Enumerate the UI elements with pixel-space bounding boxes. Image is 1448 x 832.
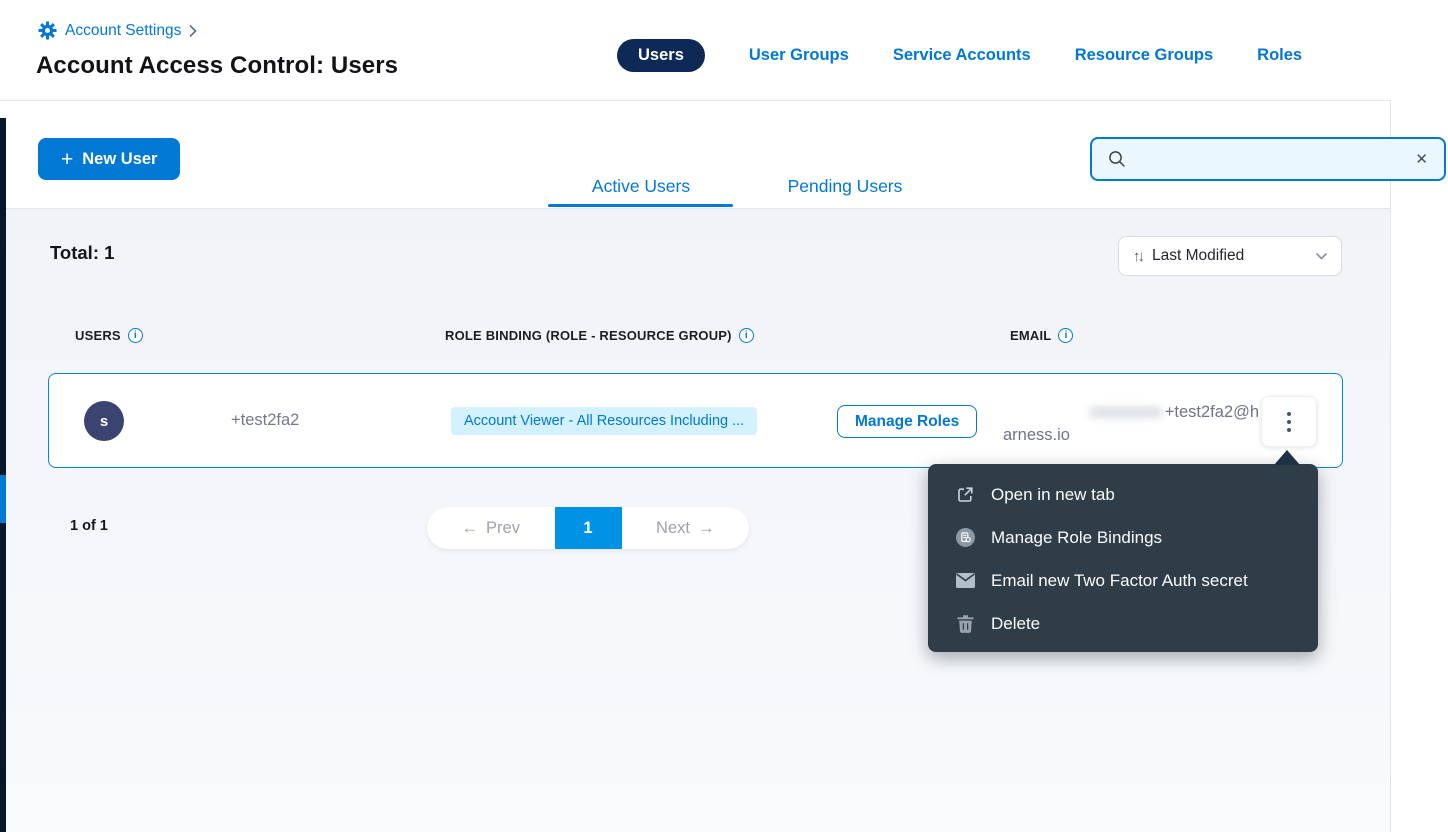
- page-number-button[interactable]: 1: [555, 507, 622, 549]
- redacted-email-prefix: [1089, 407, 1163, 418]
- prev-page-button[interactable]: ← Prev: [427, 507, 555, 549]
- search-input[interactable]: [1136, 151, 1405, 168]
- menu-item-delete[interactable]: Delete: [928, 602, 1318, 645]
- column-label: USERS: [75, 328, 121, 343]
- tab-resource-groups[interactable]: Resource Groups: [1075, 46, 1213, 65]
- arrow-left-icon: ←: [462, 519, 479, 538]
- menu-item-open-in-new-tab[interactable]: Open in new tab: [928, 473, 1318, 516]
- envelope-icon: [954, 570, 976, 592]
- breadcrumb[interactable]: Account Settings: [38, 21, 197, 40]
- right-gutter: [1390, 100, 1448, 832]
- close-icon[interactable]: ✕: [1415, 152, 1428, 167]
- menu-item-label: Manage Role Bindings: [991, 528, 1162, 548]
- sort-selected-value: Last Modified: [1152, 247, 1306, 265]
- info-icon[interactable]: i: [1058, 328, 1073, 343]
- active-tab-underline: [548, 204, 733, 207]
- next-page-button[interactable]: Next →: [622, 507, 750, 549]
- role-bindings-icon: [954, 527, 976, 549]
- page-header: Account Settings Account Access Control:…: [0, 0, 1448, 100]
- sort-dropdown[interactable]: ↑↓ Last Modified: [1118, 236, 1342, 276]
- tab-users[interactable]: Users: [617, 39, 705, 72]
- new-user-label: New User: [82, 150, 157, 169]
- chevron-right-icon: [189, 25, 197, 37]
- page-title: Account Access Control: Users: [36, 52, 398, 80]
- chevron-down-icon: [1316, 253, 1327, 260]
- column-label: EMAIL: [1010, 328, 1051, 343]
- table-row[interactable]: s +test2fa2 Account Viewer - All Resourc…: [48, 373, 1343, 468]
- tab-active-users[interactable]: Active Users: [548, 176, 734, 197]
- trash-icon: [954, 613, 976, 635]
- top-nav: Users User Groups Service Accounts Resou…: [617, 37, 1302, 73]
- menu-item-email-2fa-secret[interactable]: Email new Two Factor Auth secret: [928, 559, 1318, 602]
- role-binding-tag: Account Viewer - All Resources Including…: [451, 407, 757, 435]
- search-box[interactable]: ✕: [1090, 137, 1446, 181]
- menu-item-manage-role-bindings[interactable]: Manage Role Bindings: [928, 516, 1318, 559]
- row-context-menu: Open in new tab Manage Role Bindings Ema…: [928, 464, 1318, 652]
- tab-user-groups[interactable]: User Groups: [749, 46, 849, 65]
- header-divider: [0, 100, 1390, 101]
- column-header-users: USERS i: [75, 328, 143, 343]
- menu-item-label: Delete: [991, 614, 1040, 634]
- manage-roles-button[interactable]: Manage Roles: [837, 405, 977, 438]
- column-label: ROLE BINDING (ROLE - RESOURCE GROUP): [445, 328, 732, 343]
- row-options-kebab-icon[interactable]: [1261, 396, 1317, 447]
- email-cell: +test2fa2@h arness.io: [1003, 401, 1259, 446]
- tab-pending-users[interactable]: Pending Users: [752, 176, 938, 197]
- next-label: Next: [656, 519, 690, 538]
- prev-label: Prev: [486, 519, 520, 538]
- external-link-icon: [954, 484, 976, 506]
- menu-item-label: Email new Two Factor Auth secret: [991, 571, 1248, 591]
- account-access-control-page: Account Settings Account Access Control:…: [0, 0, 1448, 832]
- arrow-right-icon: →: [698, 519, 715, 538]
- column-header-role-binding: ROLE BINDING (ROLE - RESOURCE GROUP) i: [445, 328, 754, 343]
- sort-arrows-icon: ↑↓: [1133, 248, 1142, 265]
- avatar: s: [84, 401, 124, 441]
- context-menu-caret: [1274, 450, 1300, 465]
- search-icon: [1108, 150, 1126, 168]
- breadcrumb-account-settings[interactable]: Account Settings: [65, 22, 181, 40]
- column-header-email: EMAIL i: [1010, 328, 1073, 343]
- tab-service-accounts[interactable]: Service Accounts: [893, 46, 1031, 65]
- total-count: Total: 1: [50, 242, 114, 264]
- info-icon[interactable]: i: [128, 328, 143, 343]
- plus-icon: +: [61, 149, 73, 170]
- new-user-button[interactable]: + New User: [38, 138, 180, 180]
- pagination: ← Prev 1 Next →: [427, 507, 749, 549]
- pagination-summary: 1 of 1: [70, 518, 108, 534]
- tab-roles[interactable]: Roles: [1257, 46, 1302, 65]
- email-text-line1: +test2fa2@h: [1165, 401, 1259, 424]
- user-name: +test2fa2: [231, 411, 299, 430]
- menu-item-label: Open in new tab: [991, 485, 1115, 505]
- info-icon[interactable]: i: [739, 328, 754, 343]
- gear-icon: [38, 21, 57, 40]
- email-text-line2: arness.io: [1003, 424, 1259, 447]
